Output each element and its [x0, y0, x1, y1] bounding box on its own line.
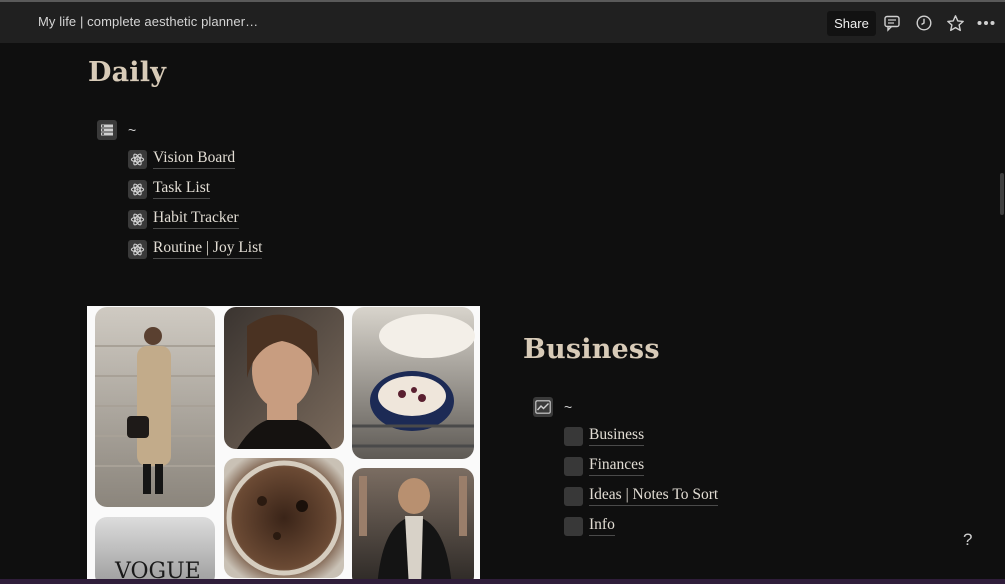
database-title: ~ [564, 399, 573, 415]
daily-database-link[interactable]: ~ [97, 119, 136, 141]
page-content: Daily ~ Vision Board Task List Habit Tra… [0, 43, 1005, 579]
page-link-finances[interactable]: Finances [564, 456, 645, 476]
page-link-label: Habit Tracker [153, 209, 239, 229]
atom-icon [128, 149, 147, 169]
page-link-ideas-notes[interactable]: Ideas | Notes To Sort [564, 486, 719, 506]
page-link-habit-tracker[interactable]: Habit Tracker [128, 209, 239, 229]
atom-icon [128, 209, 147, 229]
database-icon [97, 120, 117, 140]
clock-icon[interactable] [915, 14, 935, 34]
bottom-edge [0, 579, 1005, 584]
more-icon[interactable] [976, 14, 996, 34]
help-button[interactable]: ? [963, 530, 972, 550]
breadcrumb[interactable]: My life | complete aesthetic planner… [38, 14, 258, 29]
atom-icon [128, 239, 147, 259]
svg-text:VOGUE: VOGUE [114, 559, 201, 579]
comment-icon[interactable] [883, 14, 903, 34]
star-icon[interactable] [946, 14, 966, 34]
page-link-label: Info [589, 516, 615, 536]
business-heading: Business [523, 334, 660, 365]
aesthetic-collage-image: VOGUE [87, 306, 480, 579]
page-link-label: Ideas | Notes To Sort [589, 486, 719, 506]
page-icon [564, 456, 583, 476]
page-icon [564, 426, 583, 446]
database-title: ~ [128, 122, 137, 138]
page-link-task-list[interactable]: Task List [128, 179, 211, 199]
page-link-label: Vision Board [153, 149, 236, 169]
business-database-link[interactable]: ~ [533, 396, 572, 418]
line-chart-icon [533, 397, 553, 417]
page-link-label: Task List [153, 179, 211, 199]
atom-icon [128, 179, 147, 199]
page-icon [564, 486, 583, 506]
page-link-label: Routine | Joy List [153, 239, 263, 259]
page-link-label: Business [589, 426, 645, 446]
page-link-business[interactable]: Business [564, 426, 645, 446]
page-link-routine-joy-list[interactable]: Routine | Joy List [128, 239, 263, 259]
page-link-label: Finances [589, 456, 645, 476]
page-link-vision-board[interactable]: Vision Board [128, 149, 236, 169]
share-button[interactable]: Share [827, 11, 876, 36]
page-link-info[interactable]: Info [564, 516, 615, 536]
top-bar: My life | complete aesthetic planner… Sh… [0, 0, 1005, 43]
daily-heading: Daily [88, 57, 167, 88]
scrollbar-thumb[interactable] [1000, 173, 1004, 215]
page-icon [564, 516, 583, 536]
